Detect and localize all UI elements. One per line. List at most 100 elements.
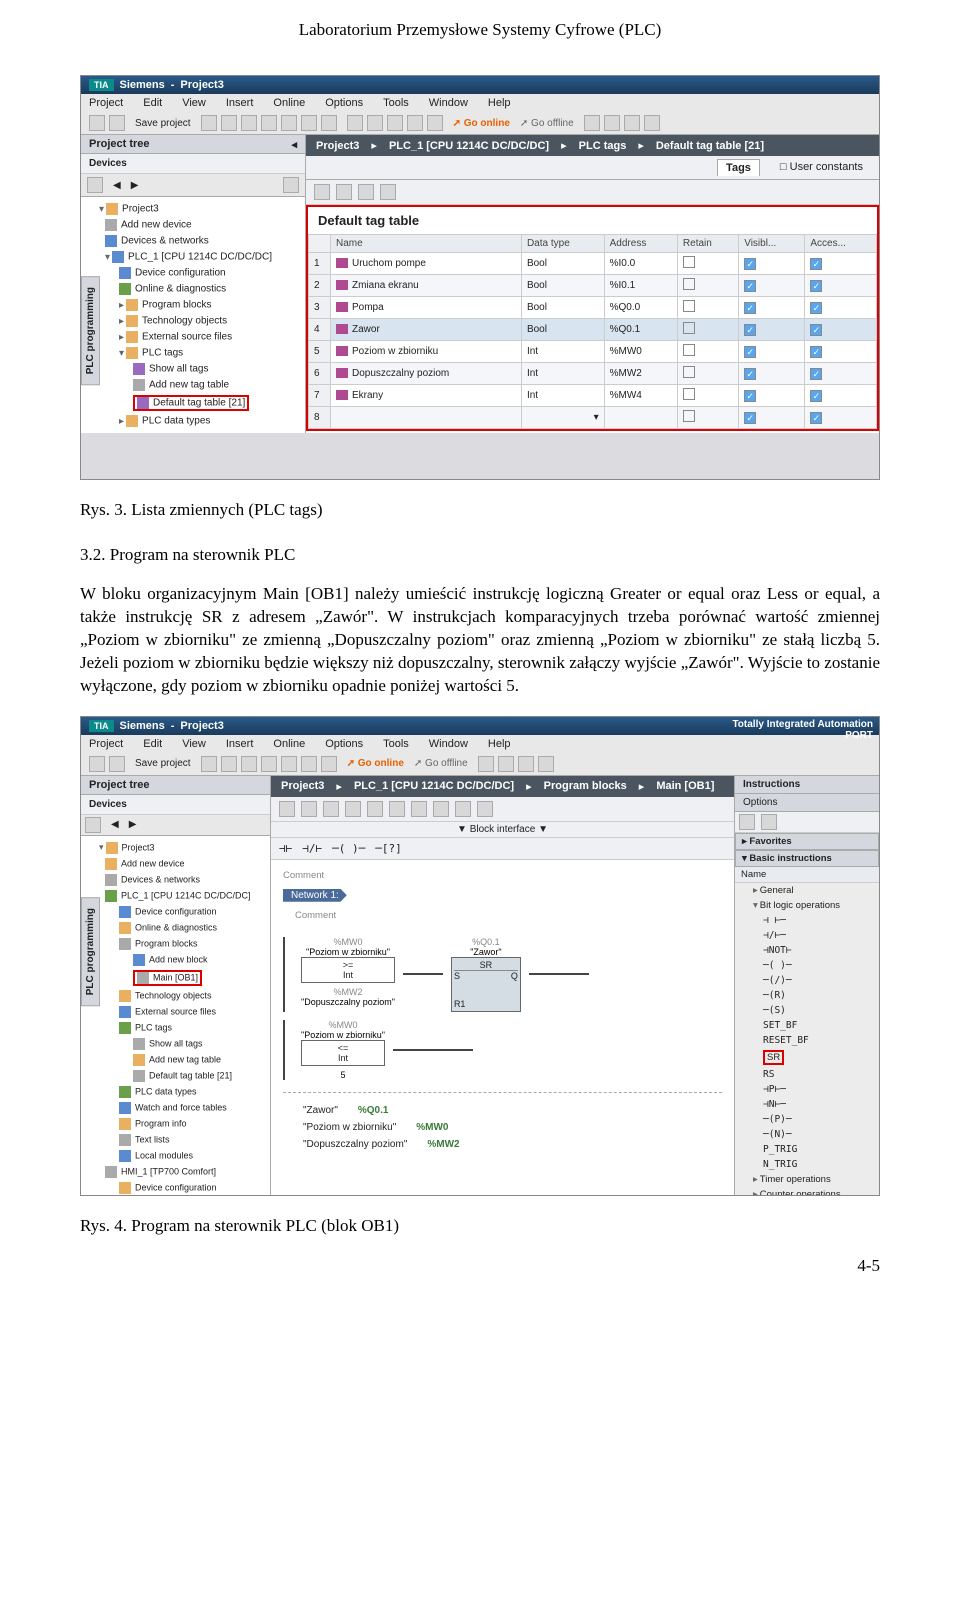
copy-icon[interactable]	[241, 115, 257, 131]
cmp-le-block[interactable]: %MW0 "Poziom w zbiorniku" <=Int 5	[301, 1020, 385, 1080]
accessible-checkbox[interactable]	[810, 280, 822, 292]
retain-checkbox[interactable]	[683, 410, 695, 422]
instruction-item[interactable]: N_TRIG	[745, 1157, 879, 1172]
sr-block[interactable]: %Q0.1 "Zawor" SR SQ R1	[451, 937, 521, 1012]
tree-item[interactable]: Main [OB1]	[85, 968, 266, 988]
visible-checkbox[interactable]	[744, 390, 756, 402]
accessible-checkbox[interactable]	[810, 302, 822, 314]
plc-programming-tab[interactable]: PLC programming	[81, 897, 100, 1006]
visible-checkbox[interactable]	[744, 324, 756, 336]
tree-item[interactable]: PLC data types	[85, 1084, 266, 1100]
compile-icon[interactable]	[347, 115, 363, 131]
tree-item[interactable]: Local modules	[85, 1148, 266, 1164]
project-tree[interactable]: Project3 Add new device Devices & networ…	[81, 197, 305, 433]
tab-tags[interactable]: Tags	[717, 159, 760, 176]
instruction-item[interactable]: ⊣/⊢─	[745, 928, 879, 943]
instruction-item[interactable]: ─(/)─	[745, 973, 879, 988]
tree-item[interactable]: Show all tags	[85, 1036, 266, 1052]
download-icon[interactable]	[367, 115, 383, 131]
tree-item[interactable]: PLC tags	[85, 1020, 266, 1036]
menu-window[interactable]: Window	[429, 97, 468, 109]
accessible-checkbox[interactable]	[810, 412, 822, 424]
visible-checkbox[interactable]	[744, 346, 756, 358]
start-icon[interactable]	[407, 115, 423, 131]
instruction-item[interactable]: SR	[745, 1048, 879, 1067]
table-row[interactable]: 7 Ekrany Int %MW4	[309, 385, 877, 407]
print-icon[interactable]	[201, 115, 217, 131]
tab-user-constants[interactable]: □ User constants	[772, 159, 871, 176]
menu-project[interactable]: Project	[89, 97, 123, 109]
tree-item[interactable]: Add new device	[85, 856, 266, 872]
delete-icon[interactable]	[281, 115, 297, 131]
undo-icon[interactable]	[301, 115, 317, 131]
tree-item[interactable]: Program info	[85, 1116, 266, 1132]
retain-checkbox[interactable]	[683, 366, 695, 378]
split-icon[interactable]	[624, 115, 640, 131]
menu-tools[interactable]: Tools	[383, 97, 409, 109]
stop-icon[interactable]	[427, 115, 443, 131]
save-project-button[interactable]: Save project	[135, 118, 191, 129]
retain-checkbox[interactable]	[683, 300, 695, 312]
xref-icon[interactable]	[604, 115, 620, 131]
tree-item[interactable]: Devices & networks	[85, 872, 266, 888]
retain-checkbox[interactable]	[683, 278, 695, 290]
menu-options[interactable]: Options	[325, 97, 363, 109]
tree-item[interactable]: External source files	[85, 1004, 266, 1020]
menu-help[interactable]: Help	[488, 97, 511, 109]
go-online-button[interactable]: ➚ Go online	[453, 118, 510, 129]
tagtb-icon[interactable]	[336, 184, 352, 200]
table-row[interactable]: 2 Zmiana ekranu Bool %I0.1	[309, 275, 877, 297]
ladder-editor[interactable]: Comment Network 1: Comment %MW0 "Poziom …	[271, 860, 734, 1158]
tree-item[interactable]: Online & diagnostics	[85, 920, 266, 936]
accessible-checkbox[interactable]	[810, 258, 822, 270]
instruction-item[interactable]: ─(P)─	[745, 1112, 879, 1127]
tree-layout-icon[interactable]	[283, 177, 299, 193]
tree-item[interactable]: Program blocks	[85, 936, 266, 952]
go-offline-button[interactable]: ➚ Go offline	[520, 118, 574, 129]
tree-item[interactable]: Watch and force tables	[85, 1100, 266, 1116]
accessible-checkbox[interactable]	[810, 368, 822, 380]
accessible-checkbox[interactable]	[810, 324, 822, 336]
instruction-category[interactable]: Timer operations	[735, 1172, 879, 1187]
plc-programming-tab[interactable]: PLC programming	[81, 276, 100, 385]
tree-item[interactable]: PLC_1 [CPU 1214C DC/DC/DC]	[85, 888, 266, 904]
default-tag-table-item[interactable]: Default tag table [21]	[133, 395, 249, 411]
tree-item[interactable]: Default tag table [21]	[85, 1068, 266, 1084]
tree-item[interactable]: Device configuration	[85, 1180, 266, 1196]
table-row[interactable]: 4 Zawor Bool %Q0.1	[309, 319, 877, 341]
menu-view[interactable]: View	[182, 97, 206, 109]
tree-item[interactable]: Add new tag table	[85, 1052, 266, 1068]
accessible-checkbox[interactable]	[810, 390, 822, 402]
block-interface-bar[interactable]: ▼ Block interface ▼	[271, 822, 734, 838]
instruction-item[interactable]: RS	[745, 1067, 879, 1082]
table-row[interactable]: 5 Poziom w zbiorniku Int %MW0	[309, 341, 877, 363]
instruction-category[interactable]: Counter operations	[735, 1187, 879, 1196]
favorites-bar[interactable]: ⊣⊢ ⊣/⊢ ─( )─ ─[?]	[271, 838, 734, 860]
menu-insert[interactable]: Insert	[226, 97, 254, 109]
save-project-button[interactable]: Save project	[135, 758, 191, 769]
instruction-item[interactable]: ─(R)	[745, 988, 879, 1003]
instruction-item[interactable]: ─( )─	[745, 958, 879, 973]
tree-item[interactable]: Text lists	[85, 1132, 266, 1148]
cut-icon[interactable]	[221, 115, 237, 131]
table-row[interactable]: 6 Dopuszczalny poziom Int %MW2	[309, 363, 877, 385]
instruction-item[interactable]: ⊣P⊢─	[745, 1082, 879, 1097]
tagtb-icon[interactable]	[314, 184, 330, 200]
instruction-item[interactable]: ─(N)─	[745, 1127, 879, 1142]
instruction-item[interactable]: ─(S)	[745, 1003, 879, 1018]
visible-checkbox[interactable]	[744, 302, 756, 314]
instruction-item[interactable]: P_TRIG	[745, 1142, 879, 1157]
nav-fwd-icon[interactable]: ▶	[131, 180, 139, 191]
instruction-item[interactable]: SET_BF	[745, 1018, 879, 1033]
retain-checkbox[interactable]	[683, 256, 695, 268]
accessible-checkbox[interactable]	[810, 346, 822, 358]
visible-checkbox[interactable]	[744, 412, 756, 424]
upload-icon[interactable]	[387, 115, 403, 131]
visible-checkbox[interactable]	[744, 258, 756, 270]
open-icon[interactable]	[109, 115, 125, 131]
tree-item[interactable]: Device configuration	[85, 904, 266, 920]
nav-back-icon[interactable]: ◀	[113, 180, 121, 191]
table-row[interactable]: 3 Pompa Bool %Q0.0	[309, 297, 877, 319]
instruction-item[interactable]: ⊣ ⊢─	[745, 913, 879, 928]
retain-checkbox[interactable]	[683, 344, 695, 356]
